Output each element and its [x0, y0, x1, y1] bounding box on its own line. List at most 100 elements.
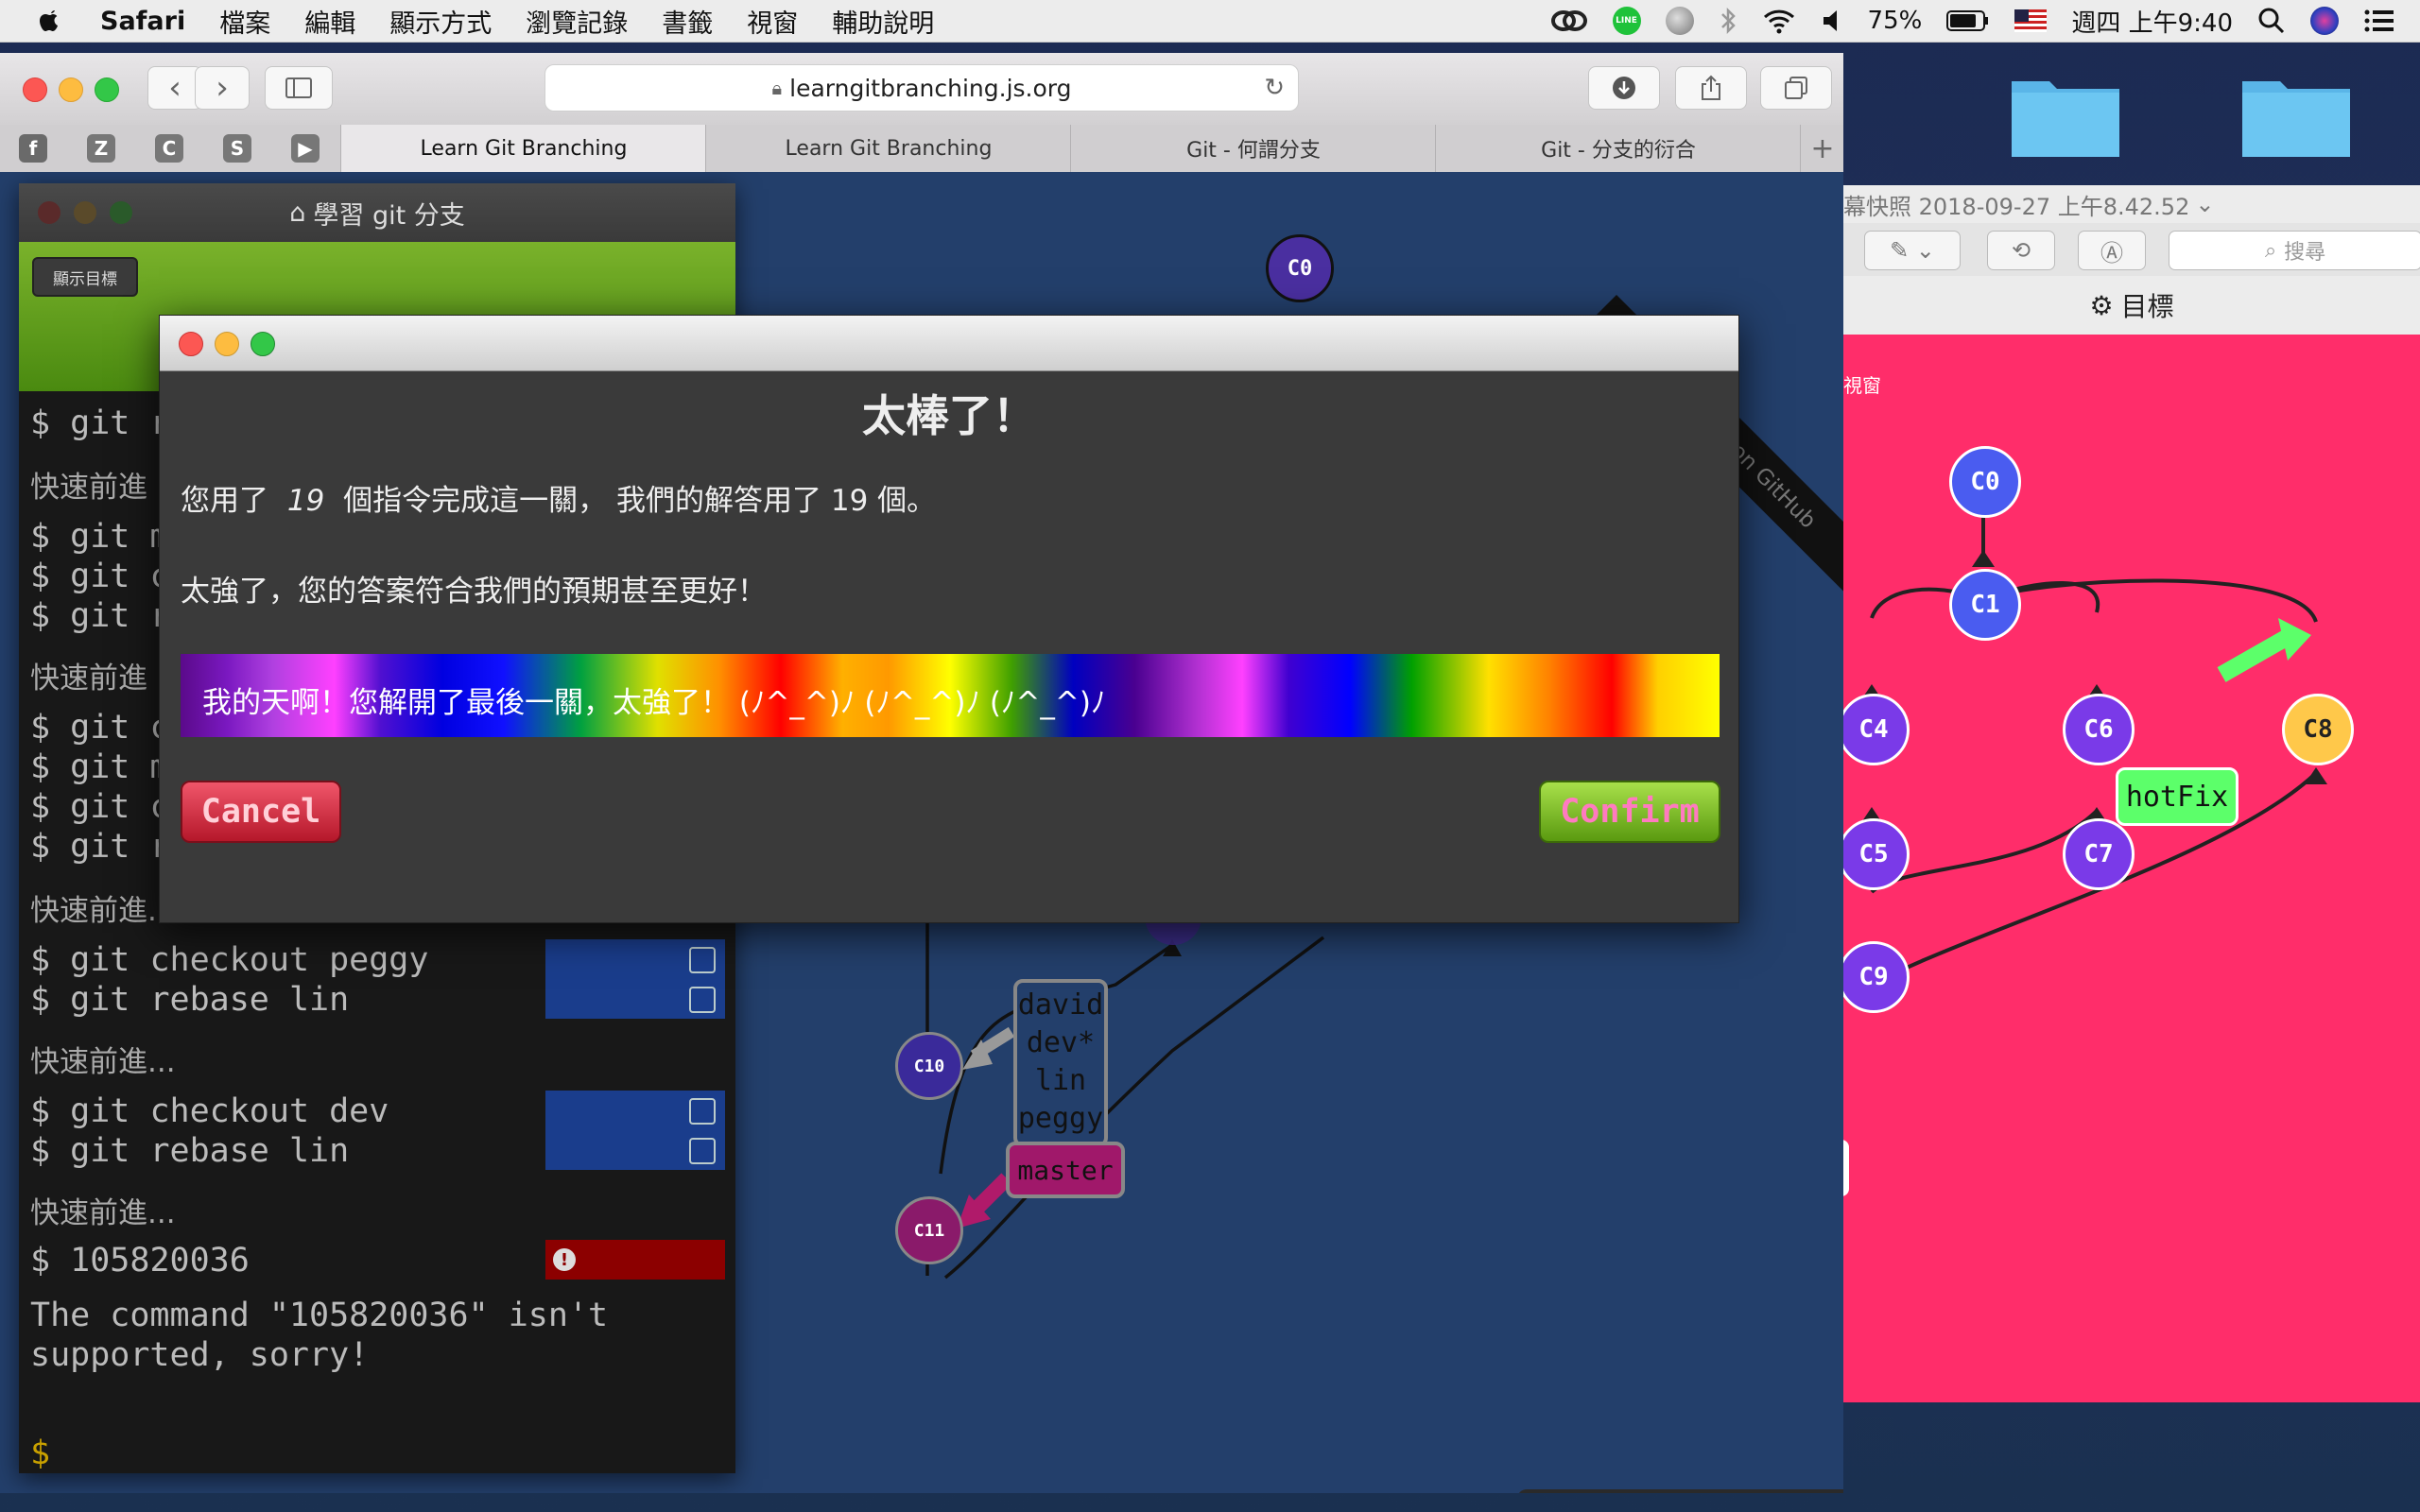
cancel-button[interactable]: Cancel [181, 781, 341, 843]
terminal-min-dot[interactable] [74, 201, 96, 224]
bluetooth-icon[interactable] [1719, 7, 1737, 35]
goal-graph-edges [1851, 476, 2327, 998]
volume-icon[interactable] [1821, 7, 1843, 35]
facebook-favorite-icon[interactable]: f [19, 134, 47, 163]
menu-history[interactable]: 瀏覽記錄 [526, 3, 628, 40]
terminal-ff-line: 快速前進... [30, 894, 176, 928]
goal-commit-node[interactable]: C5 [1838, 818, 1910, 890]
dialog-minimize-button[interactable] [215, 332, 239, 356]
branch-label-master[interactable]: master [1006, 1142, 1125, 1198]
line-app-icon[interactable]: LINE [1612, 7, 1641, 35]
goal-commit-node[interactable]: C7 [2063, 818, 2135, 890]
show-goal-button[interactable]: 顯示目標 [32, 257, 138, 297]
folder-icon[interactable] [2010, 72, 2121, 159]
wifi-icon[interactable] [1762, 7, 1796, 35]
goal-commit-node[interactable]: C4 [1838, 694, 1910, 765]
plus-icon: + [1810, 131, 1835, 165]
menu-bookmarks[interactable]: 書籤 [662, 3, 713, 40]
notification-center-icon[interactable] [2363, 8, 2395, 34]
checkbox-icon [689, 1138, 716, 1164]
social-links-bar: ? ◍ 🐦︎ f [1517, 1489, 1843, 1493]
commit-node[interactable]: C0 [1266, 234, 1334, 302]
menu-view[interactable]: 顯示方式 [389, 3, 492, 40]
favorite-c-icon[interactable]: C [155, 134, 183, 163]
tab-learn-git-branching-1[interactable]: Learn Git Branching [340, 125, 706, 172]
menu-edit[interactable]: 編輯 [304, 3, 355, 40]
tab-learn-git-branching-2[interactable]: Learn Git Branching [705, 125, 1071, 172]
markup-circle-icon: Ⓐ [2100, 239, 2123, 266]
terminal-command: $ git rebase lin [30, 1132, 350, 1170]
terminal-command: $ git checkout peggy [30, 941, 429, 979]
address-bar[interactable]: 🔒︎ learngitbranching.js.org ↻ [544, 64, 1299, 112]
menu-file[interactable]: 檔案 [219, 3, 270, 40]
terminal-line: $ git m [30, 748, 170, 786]
commit-node[interactable]: C10 [895, 1032, 963, 1100]
terminal-max-dot[interactable] [110, 201, 132, 224]
dialog-zoom-button[interactable] [251, 332, 275, 356]
siri-icon[interactable] [2310, 7, 2339, 35]
sidebar-toggle-button[interactable] [265, 66, 333, 110]
favorite-z-icon[interactable]: Z [87, 134, 115, 163]
dialog-title: 太棒了！ [862, 390, 1036, 441]
flag-us-icon[interactable] [2014, 9, 2048, 32]
annotate-button[interactable]: Ⓐ [2078, 231, 2146, 270]
new-tab-button[interactable]: + [1800, 125, 1844, 172]
minimize-window-button[interactable] [59, 77, 83, 102]
branch-label-david: david [1017, 988, 1104, 1022]
checkbox-icon [689, 947, 716, 973]
terminal-title: 學習 git 分支 [313, 200, 465, 231]
terminal-line: $ git c [30, 558, 170, 595]
home-icon: ⌂ [289, 198, 306, 228]
reload-icon[interactable]: ↻ [1264, 74, 1285, 102]
youtube-favorite-icon[interactable]: ▶ [291, 134, 320, 163]
downloads-button[interactable] [1588, 66, 1660, 110]
share-button[interactable] [1675, 66, 1747, 110]
favorite-s-icon[interactable]: S [223, 134, 251, 163]
creative-cloud-icon[interactable] [1550, 7, 1588, 35]
goal-header: ⚙ 目標 [1843, 276, 2420, 335]
goal-commit-node[interactable]: C9 [1838, 941, 1910, 1013]
menu-help[interactable]: 輔助說明 [832, 3, 934, 40]
tab-overview-button[interactable] [1760, 66, 1832, 110]
apple-menu-icon[interactable] [36, 7, 64, 35]
forward-button[interactable]: › [195, 66, 250, 110]
menu-app-safari[interactable]: Safari [100, 7, 185, 36]
clock[interactable]: 週四 上午9:40 [2071, 4, 2233, 39]
folder-icon[interactable] [2240, 72, 2352, 159]
ball-icon[interactable] [1665, 7, 1694, 35]
goal-commit-node[interactable]: C1 [1949, 569, 2021, 641]
terminal-input-prompt[interactable]: $ [30, 1435, 50, 1472]
terminal-ff-line: 快速前進... [30, 1196, 176, 1230]
chevron-down-icon[interactable]: ⌄ [2195, 191, 2214, 217]
goal-commit-node[interactable]: C6 [2063, 694, 2135, 765]
terminal-line: $ git r [30, 828, 170, 866]
terminal-error-text: supported, sorry! [30, 1336, 370, 1374]
spotlight-search-icon[interactable] [2257, 7, 2286, 35]
tab-bar: f Z C S ▶ Learn Git Branching Learn Git … [0, 125, 1843, 173]
tab-git-rebase[interactable]: Git - 分支的衍合 [1435, 125, 1801, 172]
close-window-button[interactable] [23, 77, 47, 102]
chevron-left-icon: ‹ [168, 69, 182, 107]
commit-node[interactable]: C11 [895, 1196, 963, 1264]
markup-button[interactable]: ✎ ⌄ [1864, 231, 1961, 270]
terminal-ff-line: 快速前進 [30, 662, 147, 696]
goal-commit-node[interactable]: C8 [2282, 694, 2354, 765]
hotfix-branch-label[interactable]: hotFix [2116, 767, 2238, 826]
preview-title: 幕快照 2018-09-27 上午8.42.52 [1843, 193, 2190, 220]
terminal-title-bar: ⌂ 學習 git 分支 [19, 183, 735, 242]
preview-toolbar: ✎ ⌄ ⟲ Ⓐ ⌕ 搜尋 [1843, 223, 2420, 277]
battery-icon[interactable] [1946, 9, 1990, 33]
dialog-close-button[interactable] [179, 332, 203, 356]
level-complete-dialog: 太棒了！ 您用了 19 個指令完成這一關， 我們的解答用了 19 個。 太強了，… [159, 315, 1739, 923]
tab-git-what-is-branch[interactable]: Git - 何謂分支 [1070, 125, 1436, 172]
menu-bar: Safari 檔案 編輯 顯示方式 瀏覽記錄 書籤 視窗 輔助說明 LINE 7… [0, 0, 2420, 43]
confirm-button[interactable]: Confirm [1539, 781, 1720, 843]
preview-search-field[interactable]: ⌕ 搜尋 [2169, 231, 2420, 270]
rotate-button[interactable]: ⟲ [1987, 231, 2055, 270]
goal-commit-node[interactable]: C0 [1949, 446, 2021, 518]
zoom-window-button[interactable] [95, 77, 119, 102]
branch-label-group[interactable]: david dev* lin peggy [1013, 979, 1108, 1147]
menu-window[interactable]: 視窗 [747, 3, 798, 40]
terminal-close-dot[interactable] [38, 201, 60, 224]
terminal-error-text: The command "105820036" isn't [30, 1297, 609, 1334]
